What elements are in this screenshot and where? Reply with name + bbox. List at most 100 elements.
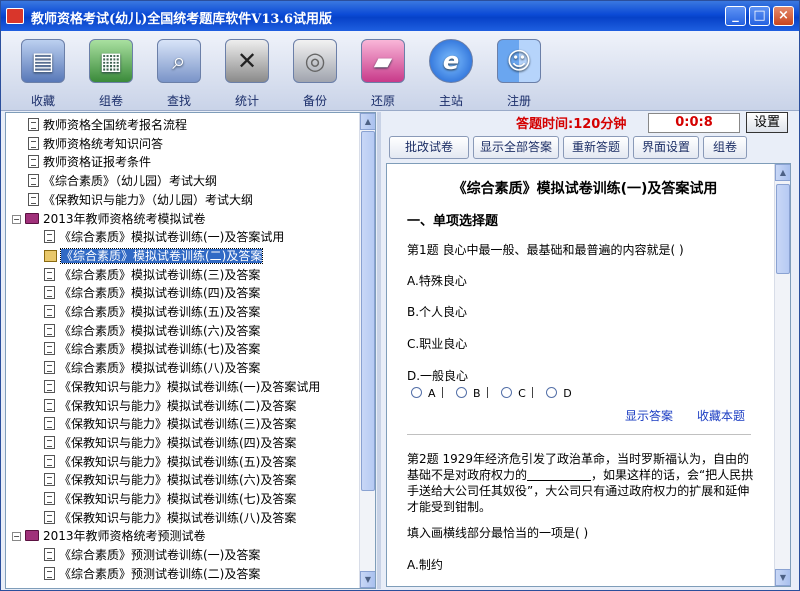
show-all-answers-button[interactable]: 显示全部答案 [473, 136, 559, 159]
document-icon [44, 230, 55, 244]
content-scroll-down-icon[interactable]: ▼ [775, 569, 790, 586]
register-button[interactable]: ☺ 注册 [488, 35, 550, 109]
tree-scroll-thumb[interactable] [361, 131, 375, 491]
compose-paper-button[interactable]: 组卷 [703, 136, 747, 159]
tree-item[interactable]: 《综合素质》（幼儿园）考试大纲 [28, 172, 217, 190]
title-bar[interactable]: 教师资格考试(幼儿)全国统考题库软件V13.6试用版 _ □ × [1, 1, 799, 31]
tree-item[interactable]: 《保教知识与能力》模拟试卷训练(四)及答案 [44, 434, 296, 452]
website-button[interactable]: e 主站 [420, 35, 482, 109]
bookmark-question-link[interactable]: 收藏本题 [697, 407, 745, 424]
tree-item[interactable]: 《综合素质》模拟试卷训练(二)及答案 [44, 247, 264, 265]
scroll-up-icon[interactable]: ▲ [360, 113, 375, 130]
tree-item[interactable]: 《综合素质》模拟试卷训练(六)及答案 [44, 322, 260, 340]
collect-button[interactable]: ▤ 收藏 [12, 35, 74, 109]
minimize-button[interactable]: _ [725, 6, 746, 26]
tree-item-label: 《综合素质》模拟试卷训练(七)及答案 [59, 342, 261, 357]
choice-c-radio[interactable] [501, 387, 513, 398]
register-label: 注册 [506, 94, 531, 108]
tree-item-label: 《综合素质》模拟试卷训练(二)及答案 [59, 247, 264, 264]
paper-tree[interactable]: 教师资格全国统考报名流程 教师资格统考知识问答 教师资格证报考条件 《综合素质》（幼儿… [5, 112, 376, 589]
content-scroll-thumb[interactable] [776, 184, 790, 274]
search-label: 查找 [166, 94, 191, 108]
tree-item-label: 《保教知识与能力》模拟试卷训练(八)及答案 [59, 510, 297, 525]
tree-folder[interactable]: − 2013年教师资格统考模拟试卷 [12, 210, 206, 228]
tree-item[interactable]: 《综合素质》模拟试卷训练(一)及答案试用 [44, 228, 284, 246]
tree-item[interactable]: 《保教知识与能力》模拟试卷训练(七)及答案 [44, 490, 296, 508]
document-icon [44, 267, 55, 281]
backup-button[interactable]: ◎ 备份 [284, 35, 346, 109]
pane-splitter[interactable] [377, 112, 381, 589]
tree-item[interactable]: 《保教知识与能力》模拟试卷训练(三)及答案 [44, 415, 296, 433]
tree-item[interactable]: 《保教知识与能力》模拟试卷训练(一)及答案试用 [44, 378, 320, 396]
tree-item[interactable]: 教师资格证报考条件 [28, 153, 151, 171]
restart-button[interactable]: 重新答题 [563, 136, 629, 159]
tree-item[interactable]: 《保教知识与能力》模拟试卷训练(六)及答案 [44, 471, 296, 489]
question-1-option-d: D.一般良心 [407, 369, 469, 383]
open-book-icon [44, 249, 57, 262]
compose-button[interactable]: ▦ 组卷 [80, 35, 142, 109]
tree-folder[interactable]: − 2013年教师资格统考预测试卷 [12, 527, 206, 545]
choice-a-label: A [428, 387, 436, 400]
tree-item[interactable]: 《综合素质》模拟试卷训练(八)及答案 [44, 359, 260, 377]
tree-item-label: 《综合素质》模拟试卷训练(三)及答案 [59, 267, 261, 282]
collect-label: 收藏 [30, 94, 55, 108]
tree-scrollbar[interactable]: ▲ ▼ [359, 113, 375, 588]
tree-item-label: 《保教知识与能力》模拟试卷训练(四)及答案 [59, 435, 297, 450]
document-icon [28, 118, 39, 131]
website-label: 主站 [438, 94, 463, 108]
document-icon [44, 435, 55, 449]
collapse-icon[interactable]: − [12, 532, 21, 542]
scroll-down-icon[interactable]: ▼ [360, 571, 375, 588]
document-icon [44, 286, 55, 300]
tree-item[interactable]: 《保教知识与能力》（幼儿园）考试大纲 [28, 191, 253, 209]
document-icon [44, 305, 55, 318]
document-icon [28, 192, 39, 206]
tree-item-label: 2013年教师资格统考模拟试卷 [43, 211, 206, 226]
restore-button[interactable]: ▰ 还原 [352, 35, 414, 109]
compose-label: 组卷 [98, 94, 123, 108]
statistics-button[interactable]: ✕ 统计 [216, 35, 278, 109]
tree-item[interactable]: 《综合素质》模拟试卷训练(七)及答案 [44, 340, 260, 358]
app-icon [6, 8, 24, 24]
choice-a-radio[interactable] [411, 387, 422, 398]
time-limit-label: 答题时间:120分钟 [516, 117, 627, 132]
content-scrollbar[interactable]: ▲ ▼ [774, 164, 790, 586]
collapse-icon[interactable]: − [12, 214, 21, 224]
grade-paper-button[interactable]: 批改试卷 [389, 136, 469, 159]
tree-item-label: 《保教知识与能力》模拟试卷训练(一)及答案试用 [59, 379, 321, 394]
tree-item[interactable]: 《综合素质》预测试卷训练(一)及答案 [44, 546, 260, 564]
ui-settings-button[interactable]: 界面设置 [633, 136, 699, 159]
choice-d-label: D [563, 387, 572, 400]
show-answer-link[interactable]: 显示答案 [625, 407, 673, 424]
tree-item-label: 《综合素质》预测试卷训练(二)及答案 [59, 566, 261, 581]
document-icon [44, 492, 55, 505]
tree-item-label: 《保教知识与能力》模拟试卷训练(二)及答案 [59, 398, 297, 413]
main-window: 教师资格考试(幼儿)全国统考题库软件V13.6试用版 _ □ × ▤ 收藏 ▦ … [0, 0, 800, 591]
choice-b-radio[interactable] [456, 387, 468, 398]
tree-item[interactable]: 《综合素质》预测试卷训练(二)及答案 [44, 565, 260, 583]
tree-item[interactable]: 教师资格全国统考报名流程 [28, 116, 187, 134]
content-scroll-up-icon[interactable]: ▲ [775, 164, 790, 181]
tree-item[interactable]: 《保教知识与能力》模拟试卷训练(八)及答案 [44, 509, 296, 527]
divider [441, 387, 443, 398]
question-1-option-a: A.特殊良心 [407, 274, 467, 288]
tree-item[interactable]: 《综合素质》模拟试卷训练(三)及答案 [44, 266, 260, 284]
register-icon: ☺ [497, 39, 541, 83]
tree-item[interactable]: 《综合素质》模拟试卷训练(五)及答案 [44, 303, 260, 321]
backup-icon: ◎ [293, 39, 337, 83]
tree-item[interactable]: 教师资格统考知识问答 [28, 135, 163, 153]
settings-button[interactable]: 设置 [746, 112, 788, 133]
tree-item-label: 《综合素质》预测试卷训练(一)及答案 [59, 548, 261, 563]
tree-item[interactable]: 《综合素质》模拟试卷训练(四)及答案 [44, 284, 260, 302]
search-icon: ⌕ [157, 39, 201, 83]
question-2-option-a: A.制约 [407, 558, 443, 572]
tree-item[interactable]: 《保教知识与能力》模拟试卷训练(二)及答案 [44, 397, 296, 415]
question-1-option-b: B.个人良心 [407, 305, 468, 319]
book-icon [25, 530, 39, 542]
close-button[interactable]: × [773, 6, 794, 26]
tree-item[interactable]: 《保教知识与能力》模拟试卷训练(五)及答案 [44, 453, 296, 471]
search-button[interactable]: ⌕ 查找 [148, 35, 210, 109]
window-title: 教师资格考试(幼儿)全国统考题库软件V13.6试用版 [31, 12, 333, 27]
choice-d-radio[interactable] [546, 387, 558, 398]
maximize-button[interactable]: □ [749, 6, 770, 26]
